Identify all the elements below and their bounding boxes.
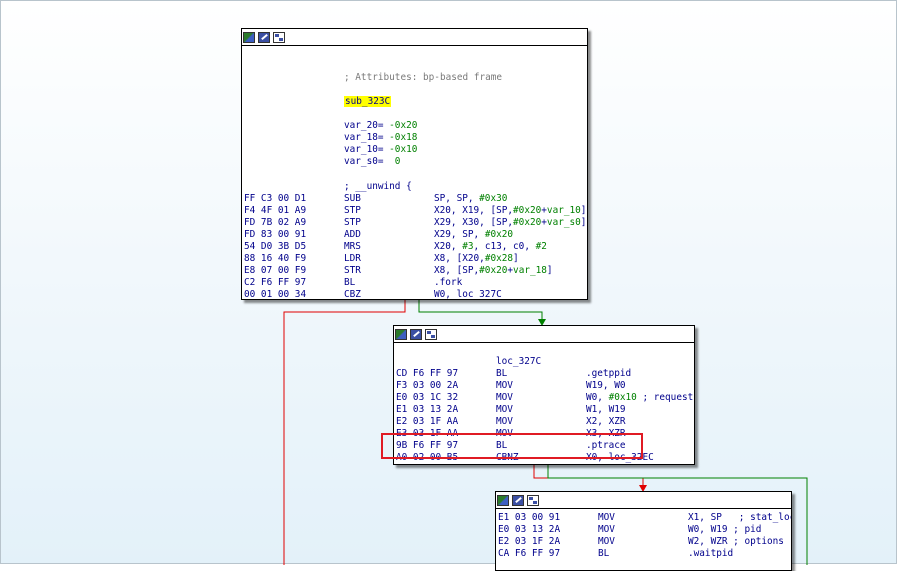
edit-icon[interactable] <box>258 31 270 43</box>
color-icon[interactable] <box>497 494 509 506</box>
operands: W0, W19 ; pid <box>688 524 762 535</box>
stack-variable-offset: -0x20 <box>383 120 418 131</box>
opcode-bytes: FF C3 00 D1 <box>244 193 307 204</box>
edit-icon[interactable] <box>512 494 524 506</box>
mnemonic: BL <box>496 368 508 379</box>
opcode-bytes: F4 4F 01 A9 <box>244 205 307 216</box>
node-titlebar <box>394 326 694 343</box>
unwind-comment: ; __unwind { <box>344 181 412 192</box>
operands: W0, #0x10 ; request <box>586 392 694 403</box>
edit-icon[interactable] <box>410 328 422 340</box>
opcode-bytes: E1 03 00 91 <box>498 512 561 523</box>
stack-variable-name[interactable]: var_s0= <box>344 156 384 167</box>
opcode-bytes: FD 83 00 91 <box>244 229 307 240</box>
graph-node-sub-323c[interactable]: ; Attributes: bp-based frame sub_323C va… <box>241 28 588 300</box>
opcode-bytes: E8 07 00 F9 <box>244 265 307 276</box>
location-label[interactable]: loc_327C <box>496 356 541 368</box>
stack-variable: var_20= -0x20 <box>344 120 417 132</box>
edge-false-node1 <box>283 299 406 565</box>
attributes-comment: ; Attributes: bp-based frame <box>344 72 503 83</box>
stack-variable-name[interactable]: var_10= <box>344 144 384 155</box>
stack-variable-name[interactable]: var_18= <box>344 132 384 143</box>
opcode-bytes: E2 03 1F AA <box>396 416 459 427</box>
stack-variable: var_18= -0x18 <box>344 132 417 144</box>
stack-variable-offset: 0 <box>383 156 401 167</box>
stack-variable: var_10= -0x10 <box>344 144 417 156</box>
operands: X29, SP, #0x20 <box>434 229 514 240</box>
operands: .waitpid <box>688 548 734 559</box>
opcode-bytes: F3 03 00 2A <box>396 380 459 391</box>
operands: .fork <box>434 277 463 288</box>
operands: W19, W0 <box>586 380 626 391</box>
color-icon[interactable] <box>243 31 255 43</box>
mnemonic: STP <box>344 217 361 228</box>
opcode-bytes: 00 01 00 34 <box>244 289 307 300</box>
mnemonic: MOV <box>598 512 615 523</box>
mnemonic: MOV <box>496 416 513 427</box>
operands: .getppid <box>586 368 632 379</box>
operands: X29, X30, [SP,#0x20+var_s0] <box>434 217 587 228</box>
mnemonic: LDR <box>344 253 361 264</box>
edge-true-node1-to-node2 <box>418 299 543 321</box>
opcode-bytes: FD 7B 02 A9 <box>244 217 307 228</box>
opcode-bytes: E0 03 1C 32 <box>396 392 459 403</box>
operands: X8, [X20,#0x28] <box>434 253 519 264</box>
mnemonic: MOV <box>496 392 513 403</box>
mnemonic: MOV <box>598 524 615 535</box>
node-body: ; Attributes: bp-based frame sub_323C va… <box>242 46 587 300</box>
stack-variable-name[interactable]: var_20= <box>344 120 384 131</box>
operands: X8, [SP,#0x20+var_18] <box>434 265 553 276</box>
edge-false-node2-to-node3 <box>533 464 644 487</box>
node-titlebar <box>496 492 791 509</box>
graph-node-waitpid-block[interactable]: E1 03 00 91 MOV X1, SP ; stat_loc E0 03 13 … <box>495 491 792 571</box>
graph-overview-icon[interactable] <box>425 328 437 340</box>
opcode-bytes: CD F6 FF 97 <box>396 368 459 379</box>
opcode-bytes: CA F6 FF 97 <box>498 548 561 559</box>
mnemonic: ADD <box>344 229 361 240</box>
mnemonic: MOV <box>496 380 513 391</box>
graph-view-canvas[interactable]: ; Attributes: bp-based frame sub_323C va… <box>0 0 897 571</box>
graph-overview-icon[interactable] <box>273 31 285 43</box>
stack-variable-offset: -0x18 <box>383 132 418 143</box>
mnemonic: BL <box>344 277 356 288</box>
operands: W2, WZR ; options <box>688 536 784 547</box>
mnemonic: STP <box>344 205 361 216</box>
stack-variable-offset: -0x10 <box>383 144 418 155</box>
opcode-bytes: C2 F6 FF 97 <box>244 277 307 288</box>
opcode-bytes: 54 D0 3B D5 <box>244 241 307 252</box>
graph-overview-icon[interactable] <box>527 494 539 506</box>
mnemonic: MOV <box>496 404 513 415</box>
operands: W1, W19 <box>586 404 626 415</box>
function-name-label[interactable]: sub_323C <box>344 96 392 107</box>
operands: X20, X19, [SP,#0x20+var_10] <box>434 205 587 216</box>
color-icon[interactable] <box>395 328 407 340</box>
node-body: E1 03 00 91 MOV X1, SP ; stat_loc E0 03 13 … <box>496 509 792 570</box>
mnemonic: BL <box>598 548 610 559</box>
node-titlebar <box>242 29 587 46</box>
operands: W0, loc_327C <box>434 289 502 300</box>
mnemonic: MRS <box>344 241 361 252</box>
opcode-bytes: E0 03 13 2A <box>498 524 561 535</box>
mnemonic: STR <box>344 265 361 276</box>
operands: SP, SP, #0x30 <box>434 193 508 204</box>
opcode-bytes: 88 16 40 F9 <box>244 253 307 264</box>
mnemonic: CBZ <box>344 289 361 300</box>
mnemonic: SUB <box>344 193 361 204</box>
ptrace-highlight-box <box>381 433 643 459</box>
stack-variable: var_s0= 0 <box>344 156 400 168</box>
opcode-bytes: E2 03 1F 2A <box>498 536 561 547</box>
opcode-bytes: E1 03 13 2A <box>396 404 459 415</box>
operands: X1, SP ; stat_loc <box>688 512 792 523</box>
mnemonic: MOV <box>598 536 615 547</box>
operands: X2, XZR <box>586 416 626 427</box>
operands: X20, #3, c13, c0, #2 <box>434 241 547 252</box>
